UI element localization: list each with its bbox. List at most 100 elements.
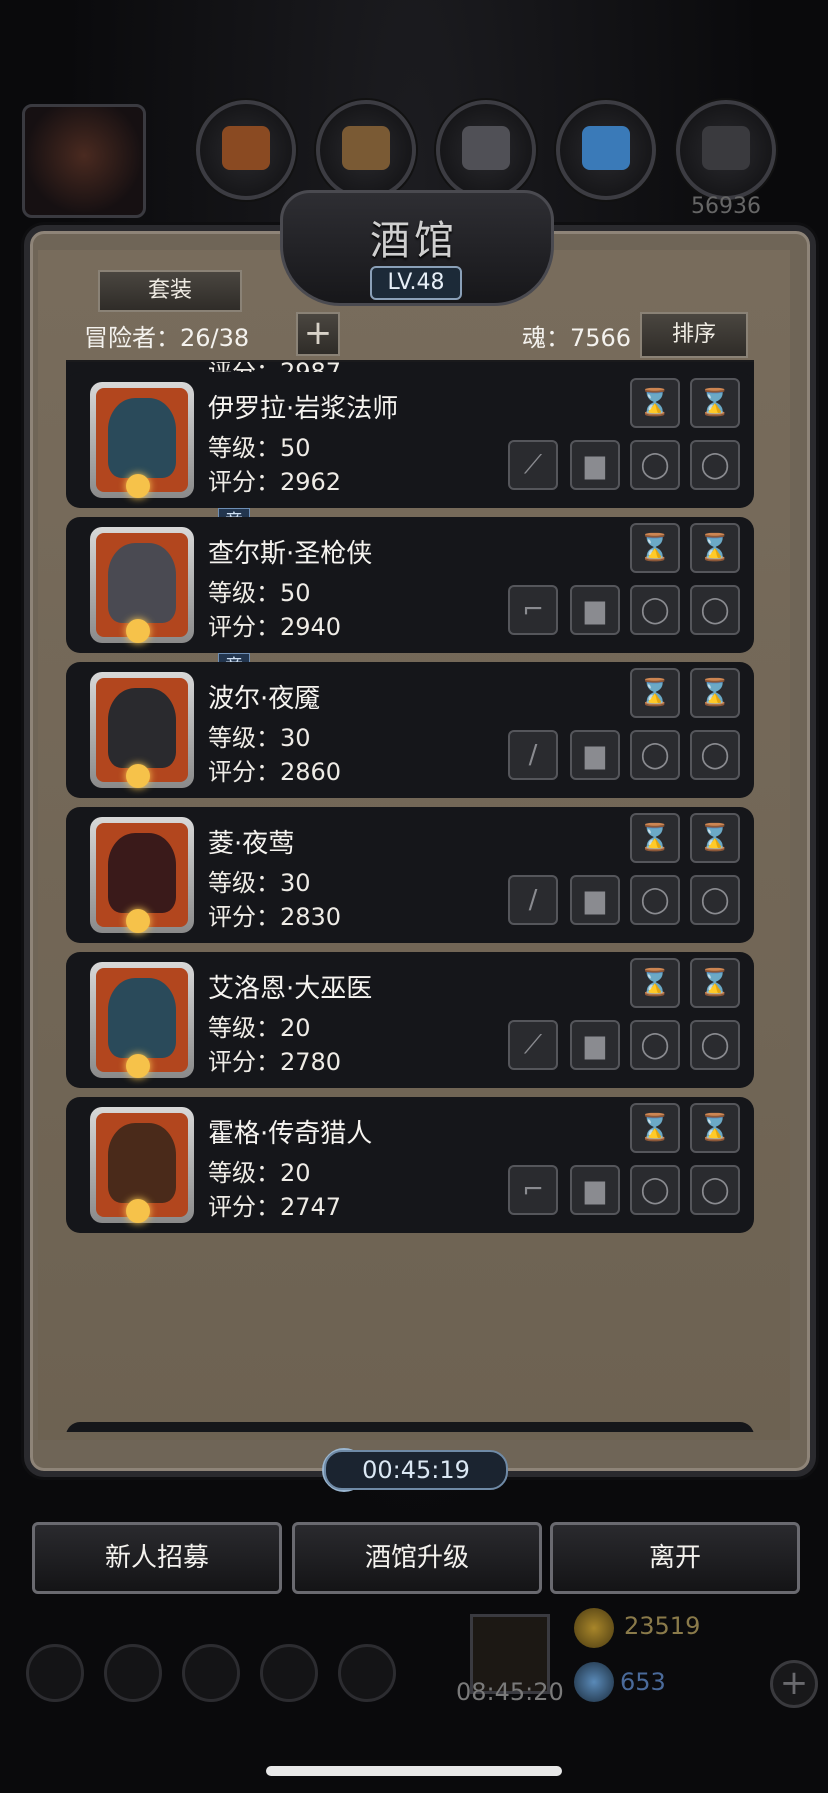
settings-icon[interactable] (26, 1644, 84, 1702)
hero-card[interactable]: 查尔斯·圣枪侠 等级：50 评分：2940 ⌛ ⌛ ⌐ ▆ ◯ ◯ (66, 517, 754, 653)
ring-icon[interactable]: ◯ (690, 875, 740, 925)
refresh-timer: 00:45:19 (324, 1450, 508, 1490)
hero-score: 评分：2940 (208, 613, 342, 641)
soul-count: 魂：7566 (522, 324, 632, 352)
armor-icon[interactable]: ▆ (570, 730, 620, 780)
moon-icon (126, 1199, 150, 1223)
ring-icon[interactable]: ◯ (630, 875, 680, 925)
ring-icon[interactable]: ◯ (690, 440, 740, 490)
rune-slot-1[interactable]: ⌛ (630, 1103, 680, 1153)
moon-icon (126, 909, 150, 933)
ring-icon[interactable]: ◯ (690, 730, 740, 780)
suit-button[interactable]: 套装 (98, 270, 242, 312)
ring-icon[interactable]: ◯ (630, 440, 680, 490)
tavern-level: LV.48 (370, 266, 462, 300)
buy-currency-button[interactable]: + (770, 1660, 818, 1708)
rune-slot-1[interactable]: ⌛ (630, 813, 680, 863)
staff-icon[interactable]: ⟋ (508, 1020, 558, 1070)
achievement-icon[interactable] (104, 1644, 162, 1702)
hero-card[interactable]: 霍格·传奇猎人 等级：20 评分：2747 ⌛ ⌛ ⌐ ▆ ◯ ◯ (66, 1097, 754, 1233)
ring-icon[interactable]: ◯ (690, 1020, 740, 1070)
hero-portrait[interactable] (90, 1107, 194, 1223)
dagger-icon[interactable]: ∕ (508, 730, 558, 780)
rune-slot-1[interactable]: ⌛ (630, 523, 680, 573)
rune-slot-1[interactable]: ⌛ (630, 958, 680, 1008)
hero-portrait[interactable] (90, 672, 194, 788)
hero-score: 评分：2830 (208, 903, 342, 931)
rune-slot-1[interactable]: ⌛ (630, 668, 680, 718)
bread-icon (222, 126, 270, 170)
hero-level: 等级：50 (208, 579, 311, 607)
gem-icon (574, 1662, 614, 1702)
armor-icon[interactable]: ▆ (570, 1020, 620, 1070)
hero-face (108, 978, 176, 1058)
rune-slot-2[interactable]: ⌛ (690, 523, 740, 573)
rune-slot-2[interactable]: ⌛ (690, 668, 740, 718)
ring-icon[interactable]: ◯ (690, 585, 740, 635)
map-icon[interactable] (338, 1644, 396, 1702)
hero-list[interactable]: 评分：2987 伊罗拉·岩浆法师 等级：50 评分：2962 ⌛ ⌛ ⟋ ▆ ◯… (66, 362, 766, 1432)
stone-icon (702, 126, 750, 170)
staff-icon[interactable]: ⟋ (508, 440, 558, 490)
ring-icon[interactable]: ◯ (630, 1020, 680, 1070)
gift-timer: 08:45:20 (456, 1678, 564, 1706)
hero-name: 霍格·传奇猎人 (208, 1119, 373, 1149)
hero-face (108, 398, 176, 478)
add-slot-button[interactable]: + (296, 312, 340, 356)
armor-icon[interactable]: ▆ (570, 440, 620, 490)
window-title: 酒馆 (370, 218, 458, 264)
resource-bread[interactable] (196, 100, 296, 200)
recruit-button[interactable]: 新人招募 (32, 1522, 282, 1594)
ring-icon[interactable]: ◯ (630, 730, 680, 780)
leave-button[interactable]: 离开 (550, 1522, 800, 1594)
guild-icon[interactable] (182, 1644, 240, 1702)
player-avatar[interactable] (22, 104, 146, 218)
ring-icon[interactable]: ◯ (630, 1165, 680, 1215)
mail-icon[interactable] (260, 1644, 318, 1702)
upgrade-tavern-button[interactable]: 酒馆升级 (292, 1522, 542, 1594)
rune-slot-2[interactable]: ⌛ (690, 813, 740, 863)
dagger-icon[interactable]: ∕ (508, 875, 558, 925)
pistol-icon[interactable]: ⌐ (508, 585, 558, 635)
hero-name: 艾洛恩·大巫医 (208, 974, 373, 1004)
hero-score: 评分：2962 (208, 468, 342, 496)
hero-card[interactable]: 伊罗拉·岩浆法师 等级：50 评分：2962 ⌛ ⌛ ⟋ ▆ ◯ ◯ (66, 372, 754, 508)
resource-wood[interactable]: 38080 (316, 100, 416, 219)
hero-level: 等级：30 (208, 724, 311, 752)
hero-level: 等级：20 (208, 1159, 311, 1187)
pistol-icon[interactable]: ⌐ (508, 1165, 558, 1215)
ring-icon[interactable]: ◯ (630, 585, 680, 635)
rune-slot-2[interactable]: ⌛ (690, 1103, 740, 1153)
adventurer-count: 冒险者：26/38 (84, 324, 250, 352)
sort-button[interactable]: 排序 (640, 312, 748, 358)
rune-slot-2[interactable]: ⌛ (690, 378, 740, 428)
rune-slot-2[interactable]: ⌛ (690, 958, 740, 1008)
moon-icon (126, 764, 150, 788)
hero-card[interactable]: 艾洛恩·大巫医 等级：20 评分：2780 ⌛ ⌛ ⟋ ▆ ◯ ◯ (66, 952, 754, 1088)
stone-count: 56936 (691, 194, 761, 219)
armor-icon[interactable]: ▆ (570, 1165, 620, 1215)
ring-icon[interactable]: ◯ (690, 1165, 740, 1215)
resource-iron[interactable]: 95 (436, 100, 536, 219)
rune-slot-1[interactable]: ⌛ (630, 378, 680, 428)
gold-count: 23519 (624, 1612, 701, 1640)
armor-icon[interactable]: ▆ (570, 585, 620, 635)
hero-card[interactable]: 菱·夜莺 等级：30 评分：2830 ⌛ ⌛ ∕ ▆ ◯ ◯ (66, 807, 754, 943)
crystal-icon (582, 126, 630, 170)
iron-icon (462, 126, 510, 170)
resource-crystal[interactable] (556, 100, 656, 200)
hero-face (108, 833, 176, 913)
hero-card[interactable]: 波尔·夜魇 等级：30 评分：2860 ⌛ ⌛ ∕ ▆ ◯ ◯ (66, 662, 754, 798)
hero-portrait[interactable] (90, 817, 194, 933)
hero-portrait[interactable] (90, 527, 194, 643)
hero-card-partial-bottom[interactable] (66, 1422, 754, 1432)
moon-icon (126, 619, 150, 643)
resource-stone[interactable]: 56936 (676, 100, 776, 219)
hero-portrait[interactable] (90, 382, 194, 498)
hero-score: 评分：2747 (208, 1193, 342, 1221)
hero-portrait[interactable] (90, 962, 194, 1078)
hero-face (108, 1123, 176, 1203)
wood-icon (342, 126, 390, 170)
armor-icon[interactable]: ▆ (570, 875, 620, 925)
hero-face (108, 543, 176, 623)
